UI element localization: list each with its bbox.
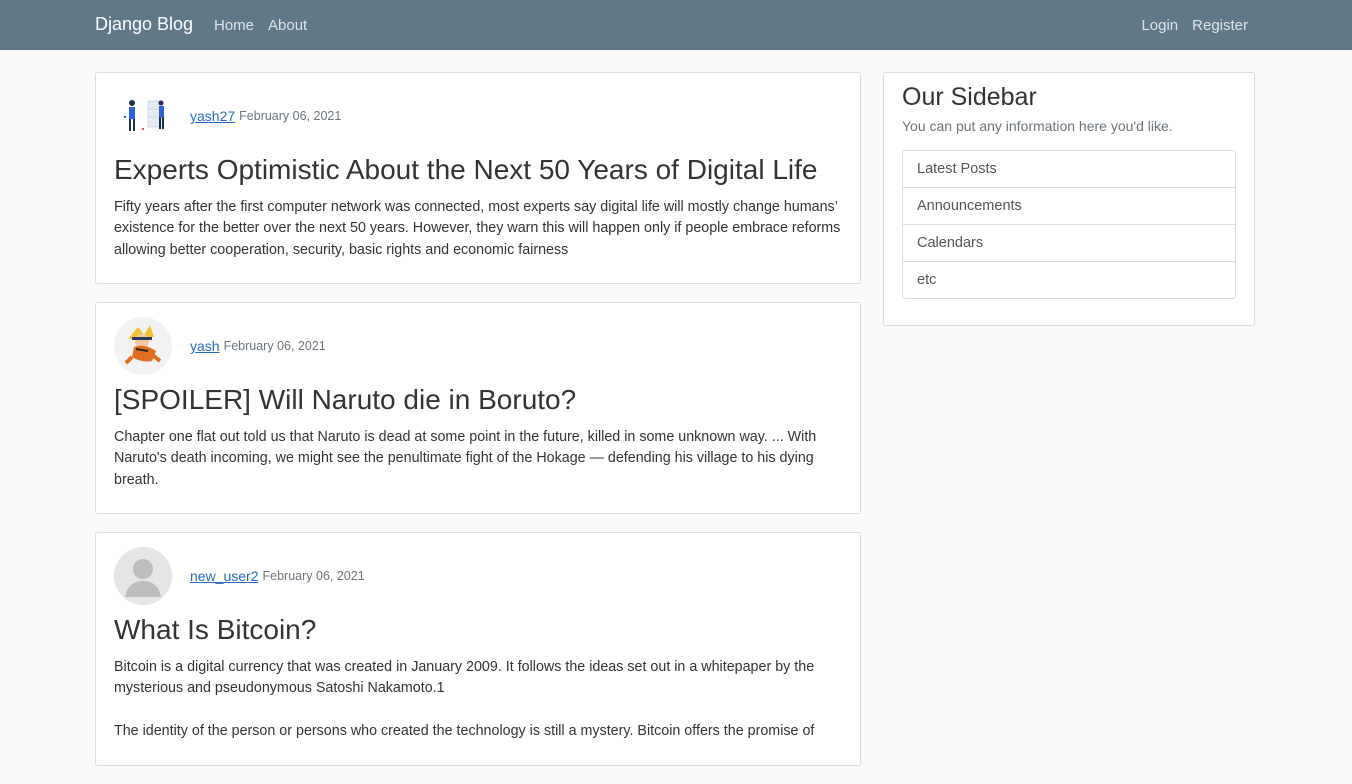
author-link[interactable]: yash27 bbox=[190, 108, 235, 124]
post-content: Fifty years after the first computer net… bbox=[114, 198, 841, 258]
post-article: yash27 February 06, 2021 Experts Optimis… bbox=[95, 72, 861, 285]
navbar: Django Blog Home About Login Register bbox=[0, 0, 1352, 50]
nav-left: Home About bbox=[214, 17, 307, 34]
post-article: new_user2 February 06, 2021 What Is Bitc… bbox=[95, 532, 861, 766]
post-article: yash February 06, 2021 [SPOILER] Will Na… bbox=[95, 302, 861, 515]
post-title[interactable]: What Is Bitcoin? bbox=[114, 613, 842, 647]
post-date: February 06, 2021 bbox=[239, 109, 342, 123]
avatar bbox=[114, 317, 172, 376]
post-date: February 06, 2021 bbox=[262, 569, 365, 584]
post-meta: new_user2 February 06, 2021 bbox=[114, 547, 842, 606]
sidebar-item-announcements[interactable]: Announcements bbox=[903, 188, 1235, 225]
sidebar-description: You can put any information here you'd l… bbox=[902, 118, 1173, 134]
sidebar-title: Our Sidebar bbox=[902, 83, 1037, 111]
nav-login-link[interactable]: Login bbox=[1141, 17, 1178, 34]
nav-home-link[interactable]: Home bbox=[214, 17, 254, 34]
sidebar-item-etc[interactable]: etc bbox=[903, 262, 1235, 298]
sidebar-item-latest-posts[interactable]: Latest Posts bbox=[903, 151, 1235, 188]
avatar-character-icon bbox=[114, 317, 172, 376]
post-list: yash27 February 06, 2021 Experts Optimis… bbox=[95, 72, 861, 784]
avatar-illustration-icon bbox=[114, 87, 172, 145]
post-title[interactable]: Experts Optimistic About the Next 50 Yea… bbox=[114, 153, 842, 187]
nav-register-link[interactable]: Register bbox=[1192, 17, 1248, 34]
post-content: Bitcoin is a digital currency that was c… bbox=[114, 658, 815, 740]
sidebar-item-calendars[interactable]: Calendars bbox=[903, 225, 1235, 262]
post-title[interactable]: [SPOILER] Will Naruto die in Boruto? bbox=[114, 383, 842, 417]
sidebar-list: Latest Posts Announcements Calendars etc bbox=[902, 150, 1236, 299]
author-link[interactable]: new_user2 bbox=[190, 568, 259, 584]
nav-about-link[interactable]: About bbox=[268, 17, 307, 34]
post-meta: yash February 06, 2021 bbox=[114, 317, 842, 376]
post-date: February 06, 2021 bbox=[223, 339, 326, 354]
post-content: Chapter one flat out told us that Naruto… bbox=[114, 428, 817, 488]
sidebar: Our Sidebar You can put any information … bbox=[883, 72, 1255, 326]
avatar bbox=[114, 547, 172, 606]
avatar bbox=[114, 87, 172, 145]
brand-link[interactable]: Django Blog bbox=[95, 14, 193, 35]
post-meta: yash27 February 06, 2021 bbox=[114, 87, 842, 145]
author-link[interactable]: yash bbox=[190, 338, 220, 354]
nav-right: Login Register bbox=[1141, 17, 1248, 34]
default-user-icon bbox=[114, 547, 172, 606]
